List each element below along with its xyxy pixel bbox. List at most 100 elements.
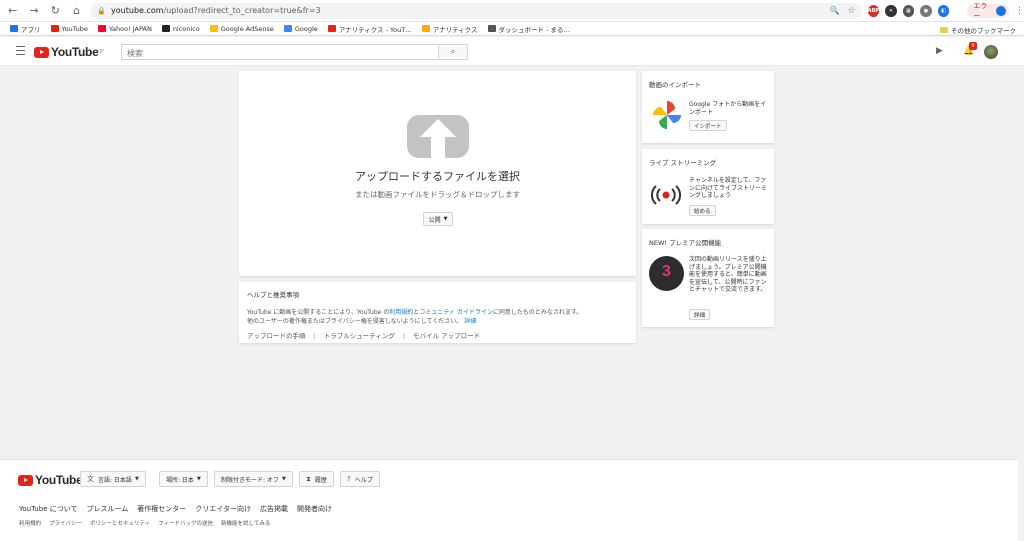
extension-cast-icon[interactable]: ◧ — [937, 4, 950, 17]
forward-icon[interactable]: → — [25, 2, 42, 20]
extension-globe-icon[interactable]: ● — [920, 4, 932, 17]
folder-icon — [940, 27, 948, 33]
bookmark-favicon-icon — [161, 25, 170, 32]
menu-icon[interactable] — [16, 46, 25, 55]
premiere-card-text: 次回の動画リリースを盛り上げましょう。プレミア公開機能を使用すると、簡単に動画を… — [689, 256, 767, 293]
premiere-card: NEW! プレミア公開機能 3 次回の動画リリースを盛り上げましょう。プレミア公… — [642, 229, 774, 327]
youtube-play-icon — [18, 474, 33, 486]
footer-link[interactable]: プライバシー — [49, 519, 82, 527]
bookmark-favicon-icon — [421, 25, 430, 32]
extension-x-icon[interactable]: ✕ — [885, 4, 897, 17]
upload-subtitle: または動画ファイルをドラッグ＆ドロップします — [355, 190, 520, 199]
youtube-header: YouTube JP 検索 ⌕ ▶ 🔔 9 — [0, 37, 1024, 66]
bookmark-favicon-icon — [97, 25, 106, 32]
help-button[interactable]: ? ヘルプ — [340, 471, 380, 487]
hourglass-icon: ⧗ — [306, 474, 311, 483]
footer-link[interactable]: 著作権センター — [137, 504, 186, 514]
bookmark-item[interactable]: ダッシュボード - まる… — [487, 24, 570, 34]
google-photos-pinwheel-icon — [653, 101, 681, 129]
browser-toolbar: ← → ↻ ⌂ 🔒 youtube.com/upload?redirect_to… — [0, 0, 1024, 22]
bookmark-favicon-icon — [487, 25, 496, 32]
lock-icon: 🔒 — [97, 6, 107, 15]
youtube-logo[interactable]: YouTube JP — [34, 45, 104, 59]
footer-link[interactable]: プレスルーム — [86, 504, 128, 514]
reload-icon[interactable]: ↻ — [47, 2, 64, 20]
search-input[interactable]: 検索 — [121, 44, 439, 60]
caret-down-icon: ▼ — [134, 476, 139, 482]
troubleshooting-link[interactable]: トラブルシューティング — [324, 332, 395, 340]
live-card-text: チャンネルを設定して、ファンに向けてライブストリーミングしましょう — [689, 177, 768, 199]
address-bar[interactable]: 🔒 youtube.com/upload?redirect_to_creator… — [91, 2, 862, 19]
bookmark-item[interactable]: niconico — [161, 25, 200, 33]
import-card: 動画のインポート Google フォトから動画をインポート インポート — [642, 71, 774, 143]
language-icon: 文 — [87, 475, 94, 483]
premiere-details-button[interactable]: 詳細 — [689, 309, 711, 320]
footer-link[interactable]: 利用規約 — [19, 519, 41, 527]
bookmark-item[interactable]: Google AdSense — [209, 25, 274, 33]
upload-panel[interactable]: アップロードするファイルを選択 または動画ファイルをドラッグ＆ドロップします 公… — [239, 71, 636, 276]
search-button[interactable]: ⌕ — [439, 44, 468, 60]
url-text: youtube.com/upload?redirect_to_creator=t… — [111, 6, 321, 15]
bookmark-favicon-icon — [10, 25, 18, 32]
browser-menu-icon[interactable]: ⋮ — [1015, 6, 1024, 16]
help-icon: ? — [347, 475, 351, 483]
upload-instructions-link[interactable]: アップロードの手順 — [247, 332, 306, 340]
help-links: アップロードの手順 | トラブルシューティング | モバイル アップロード — [247, 332, 481, 340]
footer-links-secondary: 利用規約 プライバシー ポリシーとセキュリティ フィードバックの送信 新機能を試… — [19, 519, 278, 527]
footer-link[interactable]: ポリシーとセキュリティ — [90, 519, 150, 527]
profile-error-chip[interactable]: エラー — [967, 2, 1009, 20]
bookmark-item[interactable]: アプリ — [10, 24, 41, 34]
bookmark-favicon-icon — [283, 25, 292, 32]
footer-link[interactable]: 開発者向け — [297, 504, 332, 514]
footer-links-primary: YouTube について プレスルーム 著作権センター クリエイター向け 広告掲… — [19, 504, 341, 514]
upload-arrow-icon[interactable] — [407, 115, 469, 158]
live-streaming-card: ライブ ストリーミング チャンネルを設定して、ファンに向けてライブストリーミング… — [642, 149, 774, 224]
bookmark-favicon-icon — [50, 25, 59, 32]
details-link[interactable]: 詳細 — [464, 318, 476, 325]
upload-video-icon[interactable]: ▶ — [936, 46, 943, 56]
bookmark-item[interactable]: Yahoo! JAPAN — [97, 25, 152, 33]
help-title: ヘルプと推奨事項 — [247, 291, 299, 299]
terms-link[interactable]: 利用規約 — [389, 309, 413, 316]
bookmark-item[interactable]: Google — [283, 25, 318, 33]
location-button[interactable]: 場所: 日本 ▼ — [159, 471, 208, 487]
footer-link[interactable]: 広告掲載 — [260, 504, 288, 514]
live-broadcast-icon — [651, 185, 681, 205]
footer-link[interactable]: 新機能を試してみる — [221, 519, 270, 527]
bookmark-item[interactable]: アナリティクス - YouT… — [327, 24, 412, 34]
other-bookmarks[interactable]: その他のブックマーク — [940, 25, 1016, 35]
extension-grid-icon[interactable]: ▦ — [902, 4, 915, 17]
premiere-card-title: NEW! プレミア公開機能 — [649, 239, 722, 247]
guidelines-link[interactable]: コミュニティ ガイドライン — [419, 309, 493, 316]
bookmark-item[interactable]: アナリティクス — [421, 24, 478, 34]
help-panel: ヘルプと推奨事項 YouTube に動画を公開することにより、YouTube の… — [239, 282, 636, 343]
mobile-upload-link[interactable]: モバイル アップロード — [413, 332, 480, 340]
back-icon[interactable]: ← — [4, 2, 21, 20]
live-card-title: ライブ ストリーミング — [649, 159, 717, 167]
import-button[interactable]: インポート — [689, 120, 727, 131]
zoom-icon[interactable]: 🔍 — [829, 6, 839, 15]
bookmark-favicon-icon — [327, 25, 336, 32]
footer-youtube-logo[interactable]: YouTube — [18, 473, 83, 487]
restricted-mode-button[interactable]: 制限付きモード: オフ ▼ — [214, 471, 293, 487]
start-live-button[interactable]: 始める — [689, 205, 716, 216]
language-button[interactable]: 文言語: 日本語 ▼ — [80, 471, 146, 487]
help-text: YouTube に動画を公開することにより、YouTube の利用規約とコミュニ… — [247, 309, 583, 325]
bookmark-star-icon[interactable]: ☆ — [847, 6, 855, 16]
premiere-countdown-icon: 3 — [649, 256, 684, 291]
footer-link[interactable]: クリエイター向け — [195, 504, 251, 514]
bookmark-favicon-icon — [209, 25, 218, 32]
caret-down-icon: ▼ — [281, 476, 286, 482]
upload-title[interactable]: アップロードするファイルを選択 — [239, 168, 636, 184]
adblock-extension-icon[interactable]: ABP — [867, 4, 880, 17]
history-button[interactable]: ⧗ 履歴 — [299, 471, 334, 487]
bookmark-item[interactable]: YouTube — [50, 25, 88, 33]
footer-link[interactable]: YouTube について — [19, 504, 77, 514]
page-scrollbar[interactable] — [1018, 66, 1024, 541]
import-card-title: 動画のインポート — [649, 81, 701, 89]
user-avatar[interactable] — [984, 45, 998, 59]
notification-count-badge: 9 — [969, 42, 977, 50]
footer-link[interactable]: フィードバックの送信 — [158, 519, 213, 527]
home-icon[interactable]: ⌂ — [68, 2, 85, 20]
privacy-dropdown[interactable]: 公開 ▼ — [423, 212, 453, 226]
